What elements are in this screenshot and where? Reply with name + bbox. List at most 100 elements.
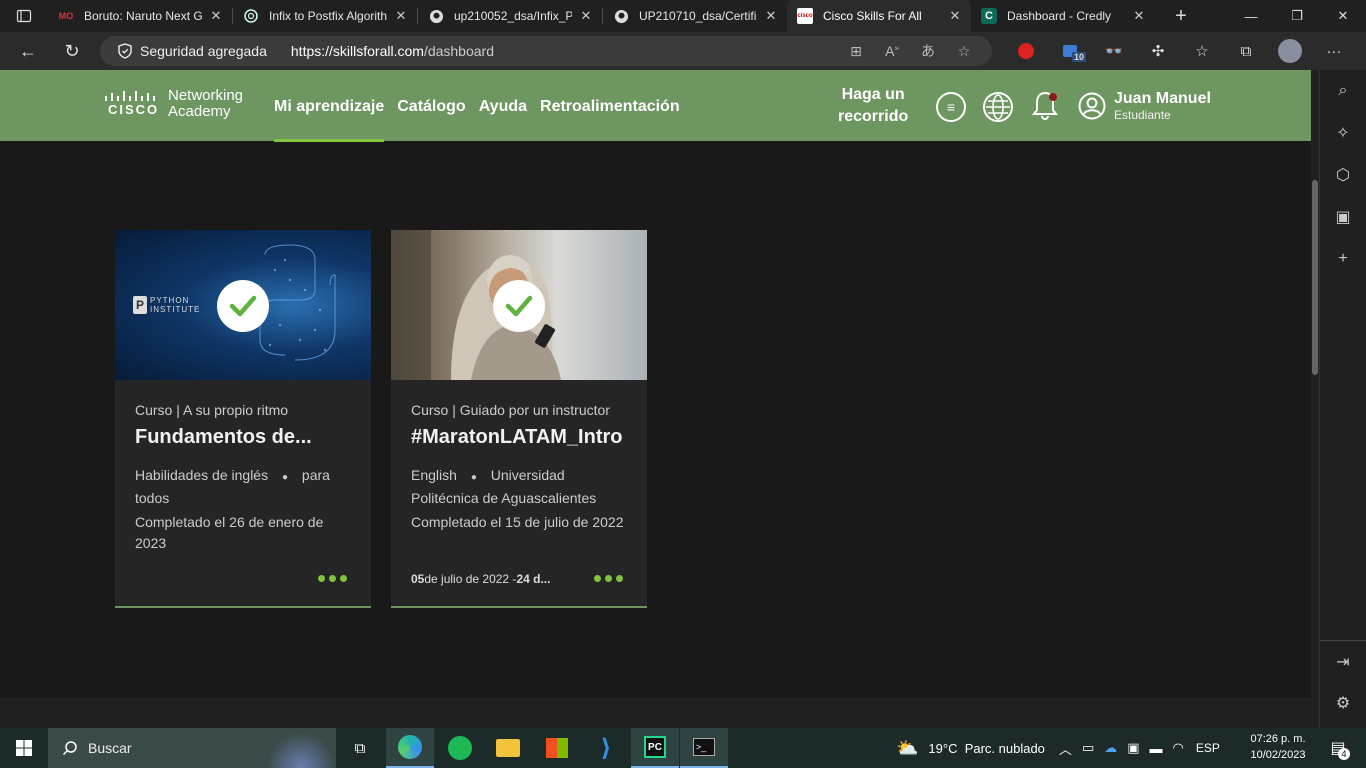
taskbar-terminal[interactable]: >_ bbox=[680, 728, 728, 768]
wifi-icon[interactable]: ◠ bbox=[1173, 740, 1184, 756]
nav-ayuda[interactable]: Ayuda bbox=[479, 98, 527, 116]
taskbar-search[interactable]: Buscar bbox=[48, 728, 336, 768]
sidebar-search-button[interactable]: ⌕ bbox=[1320, 70, 1366, 112]
date-end: 24 d... bbox=[516, 572, 551, 586]
search-icon bbox=[62, 741, 77, 756]
vpn-icon[interactable]: ▣ bbox=[1127, 740, 1139, 756]
page-scrollbar[interactable] bbox=[1311, 70, 1319, 697]
python-institute-icon: P bbox=[133, 296, 147, 314]
url-path: /dashboard bbox=[423, 43, 494, 59]
sidebar-shopping-button[interactable]: ⬡ bbox=[1320, 154, 1366, 196]
taskbar-spotify[interactable] bbox=[436, 728, 484, 768]
tab-title: up210052_dsa/Infix_Po bbox=[454, 9, 572, 23]
notifications-button[interactable] bbox=[1031, 90, 1061, 122]
taskbar-pycharm[interactable]: PC bbox=[631, 728, 679, 768]
main-nav: Mi aprendizaje Catálogo Ayuda Retroalime… bbox=[274, 98, 693, 142]
app-available-icon[interactable]: ⊞ bbox=[838, 43, 874, 60]
credly-icon: C bbox=[981, 8, 997, 24]
task-view-button[interactable]: ⧉ bbox=[336, 728, 384, 768]
search-highlight-art bbox=[266, 732, 336, 768]
url-host: https://skillsforall.com bbox=[290, 43, 424, 59]
favorites-button[interactable]: ☆ bbox=[1180, 32, 1224, 70]
tab-github-infix[interactable]: up210052_dsa/Infix_Po ✕ bbox=[418, 0, 602, 32]
extension-badge-button[interactable]: 10 bbox=[1048, 32, 1092, 70]
sidebar-add-button[interactable]: + bbox=[1320, 238, 1366, 280]
nav-mi-aprendizaje[interactable]: Mi aprendizaje bbox=[274, 98, 384, 116]
card-more-menu[interactable] bbox=[590, 575, 623, 582]
github-icon bbox=[428, 8, 444, 24]
start-button[interactable] bbox=[0, 728, 48, 768]
take-tour-button[interactable]: Haga un recorrido bbox=[838, 84, 908, 128]
cisco-networking-academy-logo[interactable]: CISCO Networking Academy bbox=[104, 88, 243, 120]
tab-github-certific[interactable]: UP210710_dsa/Certific ✕ bbox=[603, 0, 787, 32]
scrollbar-thumb[interactable] bbox=[1312, 180, 1318, 375]
owl-extension-button[interactable]: 👓 bbox=[1092, 32, 1136, 70]
adblock-extension-button[interactable] bbox=[1004, 32, 1048, 70]
course-card[interactable]: P PYTHON INSTITUTE Curso | A su propio r… bbox=[115, 230, 371, 608]
minimize-button[interactable]: — bbox=[1228, 0, 1274, 32]
back-arrow-icon: ← bbox=[19, 40, 37, 61]
globe-icon bbox=[986, 94, 1010, 120]
nav-catalogo[interactable]: Catálogo bbox=[397, 98, 465, 116]
sidebar-office-button[interactable]: ▣ bbox=[1320, 196, 1366, 238]
tab-boruto[interactable]: MO Boruto: Naruto Next G ✕ bbox=[48, 0, 232, 32]
weather-text[interactable]: 19°C Parc. nublado bbox=[928, 741, 1045, 756]
close-icon[interactable]: ✕ bbox=[578, 8, 594, 24]
nav-retroalimentacion[interactable]: Retroalimentación bbox=[540, 98, 680, 116]
tab-actions-button[interactable] bbox=[0, 0, 48, 32]
chat-button[interactable]: ≡ bbox=[936, 92, 966, 122]
sidebar-expand-button[interactable]: ⇥ bbox=[1320, 640, 1366, 682]
sidebar-settings-button[interactable]: ⚙ bbox=[1320, 682, 1366, 724]
security-indicator[interactable]: Seguridad agregada bbox=[118, 43, 267, 59]
settings-menu-button[interactable]: ··· bbox=[1312, 32, 1356, 70]
collections-button[interactable]: ⧉ bbox=[1224, 32, 1268, 70]
add-favorite-icon[interactable]: ☆ bbox=[946, 43, 982, 60]
battery-icon[interactable]: ▬ bbox=[1150, 741, 1163, 756]
course-meta: Habilidades de inglés ● para todos bbox=[135, 465, 351, 509]
address-bar[interactable]: Seguridad agregada https://skillsforall.… bbox=[100, 36, 992, 66]
tab-credly[interactable]: C Dashboard - Credly ✕ bbox=[971, 0, 1155, 32]
url-text[interactable]: https://skillsforall.com/dashboard bbox=[291, 43, 494, 59]
new-tab-button[interactable]: + bbox=[1165, 0, 1197, 32]
taskbar-edge[interactable] bbox=[386, 728, 434, 768]
profile-button[interactable] bbox=[1268, 32, 1312, 70]
meet-icon[interactable]: ▭ bbox=[1082, 740, 1094, 756]
chevron-up-icon[interactable]: ︿ bbox=[1059, 739, 1072, 758]
close-icon[interactable]: ✕ bbox=[1131, 8, 1147, 24]
search-icon: ⌕ bbox=[1338, 82, 1348, 99]
close-icon[interactable]: ✕ bbox=[763, 8, 779, 24]
close-icon[interactable]: ✕ bbox=[393, 8, 409, 24]
tag-icon: ⬡ bbox=[1336, 167, 1350, 184]
taskbar-clock[interactable]: 07:26 p. m. 10/02/2023 bbox=[1240, 731, 1316, 763]
taskbar-file-explorer[interactable] bbox=[484, 728, 532, 768]
user-menu[interactable]: Juan Manuel Estudiante bbox=[1078, 90, 1211, 122]
restore-button[interactable]: ❐ bbox=[1274, 0, 1320, 32]
weather-icon[interactable]: ⛅ bbox=[896, 738, 918, 759]
translate-icon[interactable]: あ bbox=[910, 41, 946, 61]
notification-center-button[interactable]: ▤ 4 bbox=[1320, 728, 1356, 768]
close-icon[interactable]: ✕ bbox=[947, 8, 963, 24]
tab-cisco-skills[interactable]: cisco Cisco Skills For All ✕ bbox=[787, 0, 971, 32]
language-button[interactable] bbox=[983, 92, 1013, 122]
taskbar-vscode[interactable]: ⟩ bbox=[582, 728, 630, 768]
course-title[interactable]: #MaratonLATAM_Intro bbox=[411, 426, 627, 449]
vscode-icon: ⟩ bbox=[600, 734, 612, 762]
card-more-menu[interactable] bbox=[314, 575, 347, 582]
tab-infix[interactable]: Infix to Postfix Algorith ✕ bbox=[233, 0, 417, 32]
close-window-button[interactable]: ✕ bbox=[1320, 0, 1366, 32]
sidebar-discover-button[interactable]: ✧ bbox=[1320, 112, 1366, 154]
back-button[interactable]: ← bbox=[10, 35, 46, 67]
course-completed-date: Completado el 15 de julio de 2022 bbox=[411, 514, 624, 530]
onedrive-icon[interactable]: ☁ bbox=[1104, 740, 1117, 756]
extensions-button[interactable]: ✣ bbox=[1136, 32, 1180, 70]
close-icon[interactable]: ✕ bbox=[208, 8, 224, 24]
course-title[interactable]: Fundamentos de... bbox=[135, 426, 351, 449]
language-indicator[interactable]: ESP bbox=[1196, 741, 1220, 755]
date-start-day: 05 bbox=[411, 572, 425, 586]
read-aloud-icon[interactable]: A» bbox=[874, 43, 910, 59]
search-placeholder: Buscar bbox=[88, 740, 132, 756]
taskbar-store[interactable] bbox=[533, 728, 581, 768]
refresh-button[interactable]: ↻ bbox=[54, 35, 90, 67]
github-icon bbox=[613, 8, 629, 24]
course-card[interactable]: Curso | Guiado por un instructor #Marato… bbox=[391, 230, 647, 608]
